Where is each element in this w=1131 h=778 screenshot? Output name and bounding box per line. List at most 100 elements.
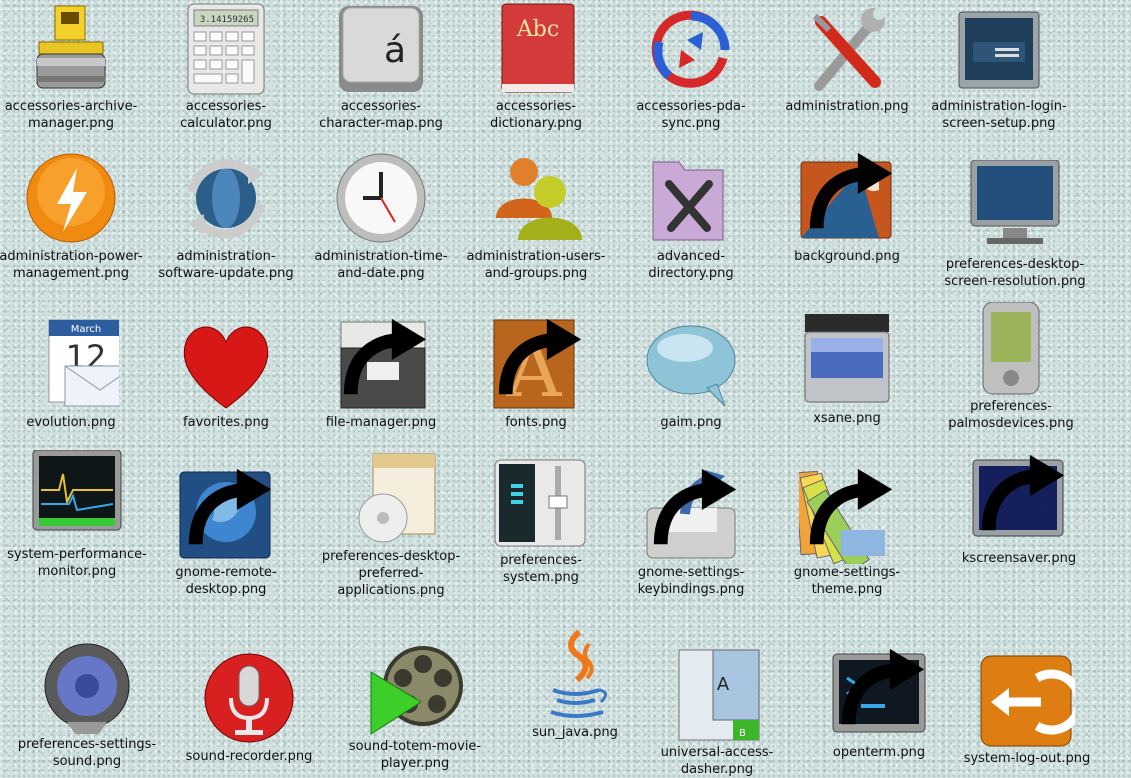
- file-item[interactable]: preferences-desktop-preferred-applicatio…: [316, 452, 466, 599]
- chat-bubble-icon: [643, 318, 739, 414]
- file-item[interactable]: kscreensaver.png: [944, 454, 1094, 567]
- file-label: administration-time-and-date.png: [314, 249, 448, 281]
- file-item[interactable]: March 12 evolution.png: [0, 318, 146, 431]
- file-item[interactable]: administration-software-update.png: [151, 152, 301, 282]
- movie-player-icon: [367, 642, 463, 738]
- file-item[interactable]: gnome-settings-keybindings.png: [616, 468, 766, 598]
- keybindings-icon: [643, 468, 739, 564]
- calculator-icon: 3.14159265: [178, 2, 274, 98]
- file-item[interactable]: sound-totem-movie-player.png: [340, 642, 490, 772]
- file-item[interactable]: sound-recorder.png: [174, 652, 324, 765]
- file-label: openterm.png: [832, 745, 926, 760]
- file-label: file-manager.png: [325, 415, 437, 430]
- symlink-arrow-icon: [343, 318, 427, 395]
- file-item[interactable]: administration-login-screen-setup.png: [924, 2, 1074, 132]
- file-item[interactable]: AB universal-access-dasher.png: [642, 648, 792, 778]
- dictionary-glyph: Abc: [516, 17, 559, 42]
- file-label: gnome-settings-theme.png: [793, 565, 901, 597]
- palm-device-icon: [963, 302, 1059, 398]
- file-item[interactable]: sun_java.png: [500, 628, 650, 741]
- file-item[interactable]: xsane.png: [772, 314, 922, 427]
- file-label: preferences-desktop-preferred-applicatio…: [321, 549, 461, 598]
- symlink-arrow-icon: [188, 468, 272, 545]
- software-update-icon: [178, 152, 274, 248]
- advanced-directory-icon: [643, 152, 739, 248]
- symlink-arrow-icon: [498, 318, 582, 395]
- file-item[interactable]: Abc accessories-dictionary.png: [461, 2, 611, 132]
- file-item[interactable]: preferences-system.png: [466, 456, 616, 586]
- file-label: administration-users-and-groups.png: [466, 249, 606, 281]
- background-icon: [799, 152, 895, 248]
- file-label: accessories-character-map.png: [319, 99, 443, 131]
- dasher-glyph-b: B: [739, 728, 746, 739]
- file-label: advanced-directory.png: [648, 249, 734, 281]
- users-groups-icon: [488, 152, 584, 248]
- file-item[interactable]: preferences-settings-sound.png: [12, 640, 162, 770]
- file-item[interactable]: background.png: [772, 152, 922, 265]
- monitor-icon: [967, 160, 1063, 256]
- log-out-icon: [979, 654, 1075, 750]
- evolution-icon: March 12: [23, 318, 119, 414]
- file-label: evolution.png: [26, 415, 116, 430]
- file-item[interactable]: system-log-out.png: [952, 654, 1102, 767]
- pda-sync-icon: [643, 2, 739, 98]
- file-item[interactable]: gnome-settings-theme.png: [772, 468, 922, 598]
- character-map-icon: á: [333, 2, 429, 98]
- file-label: administration-software-update.png: [158, 249, 294, 281]
- file-item[interactable]: accessories-pda-sync.png: [616, 2, 766, 132]
- performance-monitor-icon: [29, 450, 125, 546]
- file-item[interactable]: favorites.png: [151, 318, 301, 431]
- calendar-month: March: [71, 324, 101, 335]
- file-item[interactable]: gnome-remote-desktop.png: [151, 468, 301, 598]
- file-item[interactable]: preferences-palmosdevices.png: [936, 302, 1086, 432]
- file-label: system-log-out.png: [963, 751, 1091, 766]
- file-item[interactable]: A fonts.png: [461, 318, 611, 431]
- file-item[interactable]: advanced-directory.png: [616, 152, 766, 282]
- system-preferences-icon: [493, 456, 589, 552]
- microphone-icon: [201, 652, 297, 748]
- file-item[interactable]: administration-users-and-groups.png: [461, 152, 611, 282]
- file-item[interactable]: openterm.png: [804, 648, 954, 761]
- file-label: gnome-settings-keybindings.png: [637, 565, 745, 597]
- screensaver-icon: [971, 454, 1067, 550]
- file-label: preferences-desktop-screen-resolution.pn…: [944, 257, 1086, 289]
- symlink-arrow-icon: [653, 468, 737, 545]
- remote-desktop-icon: [178, 468, 274, 564]
- file-label: accessories-calculator.png: [180, 99, 272, 131]
- heart-icon: [178, 318, 274, 414]
- file-label: system-performance-monitor.png: [7, 547, 147, 579]
- scanner-icon: [799, 314, 895, 410]
- dasher-icon: AB: [669, 648, 765, 744]
- file-label: preferences-system.png: [500, 553, 582, 585]
- file-label: administration-login-screen-setup.png: [931, 99, 1067, 131]
- java-cup-icon: [527, 628, 623, 724]
- file-item[interactable]: administration-power-management.png: [0, 152, 146, 282]
- file-item[interactable]: accessories-archive-manager.png: [0, 2, 146, 132]
- file-label: xsane.png: [813, 411, 881, 426]
- file-label: universal-access-dasher.png: [660, 745, 774, 777]
- file-item[interactable]: gaim.png: [616, 318, 766, 431]
- file-label: sound-recorder.png: [185, 749, 313, 764]
- login-screen-icon: [951, 2, 1047, 98]
- file-label: preferences-palmosdevices.png: [948, 399, 1074, 431]
- power-management-icon: [23, 152, 119, 248]
- calculator-display: 3.14159265: [200, 15, 254, 25]
- file-label: sound-totem-movie-player.png: [348, 739, 482, 771]
- terminal-icon: [831, 648, 927, 744]
- file-item[interactable]: á accessories-character-map.png: [306, 2, 456, 132]
- file-item[interactable]: administration.png: [772, 2, 922, 115]
- file-label: sun_java.png: [532, 725, 618, 740]
- file-label: accessories-pda-sync.png: [636, 99, 746, 131]
- file-cabinet-icon: [333, 318, 429, 414]
- file-item[interactable]: system-performance-monitor.png: [2, 450, 152, 580]
- file-item[interactable]: 3.14159265 accessories-calculator.png: [151, 2, 301, 132]
- symlink-arrow-icon: [809, 152, 893, 229]
- symlink-arrow-icon: [841, 648, 925, 725]
- archive-manager-icon: [23, 2, 119, 98]
- file-item[interactable]: administration-time-and-date.png: [306, 152, 456, 282]
- file-label: administration-power-management.png: [0, 249, 143, 281]
- file-item[interactable]: preferences-desktop-screen-resolution.pn…: [940, 160, 1090, 290]
- file-item[interactable]: file-manager.png: [306, 318, 456, 431]
- file-label: kscreensaver.png: [961, 551, 1077, 566]
- file-label: fonts.png: [505, 415, 567, 430]
